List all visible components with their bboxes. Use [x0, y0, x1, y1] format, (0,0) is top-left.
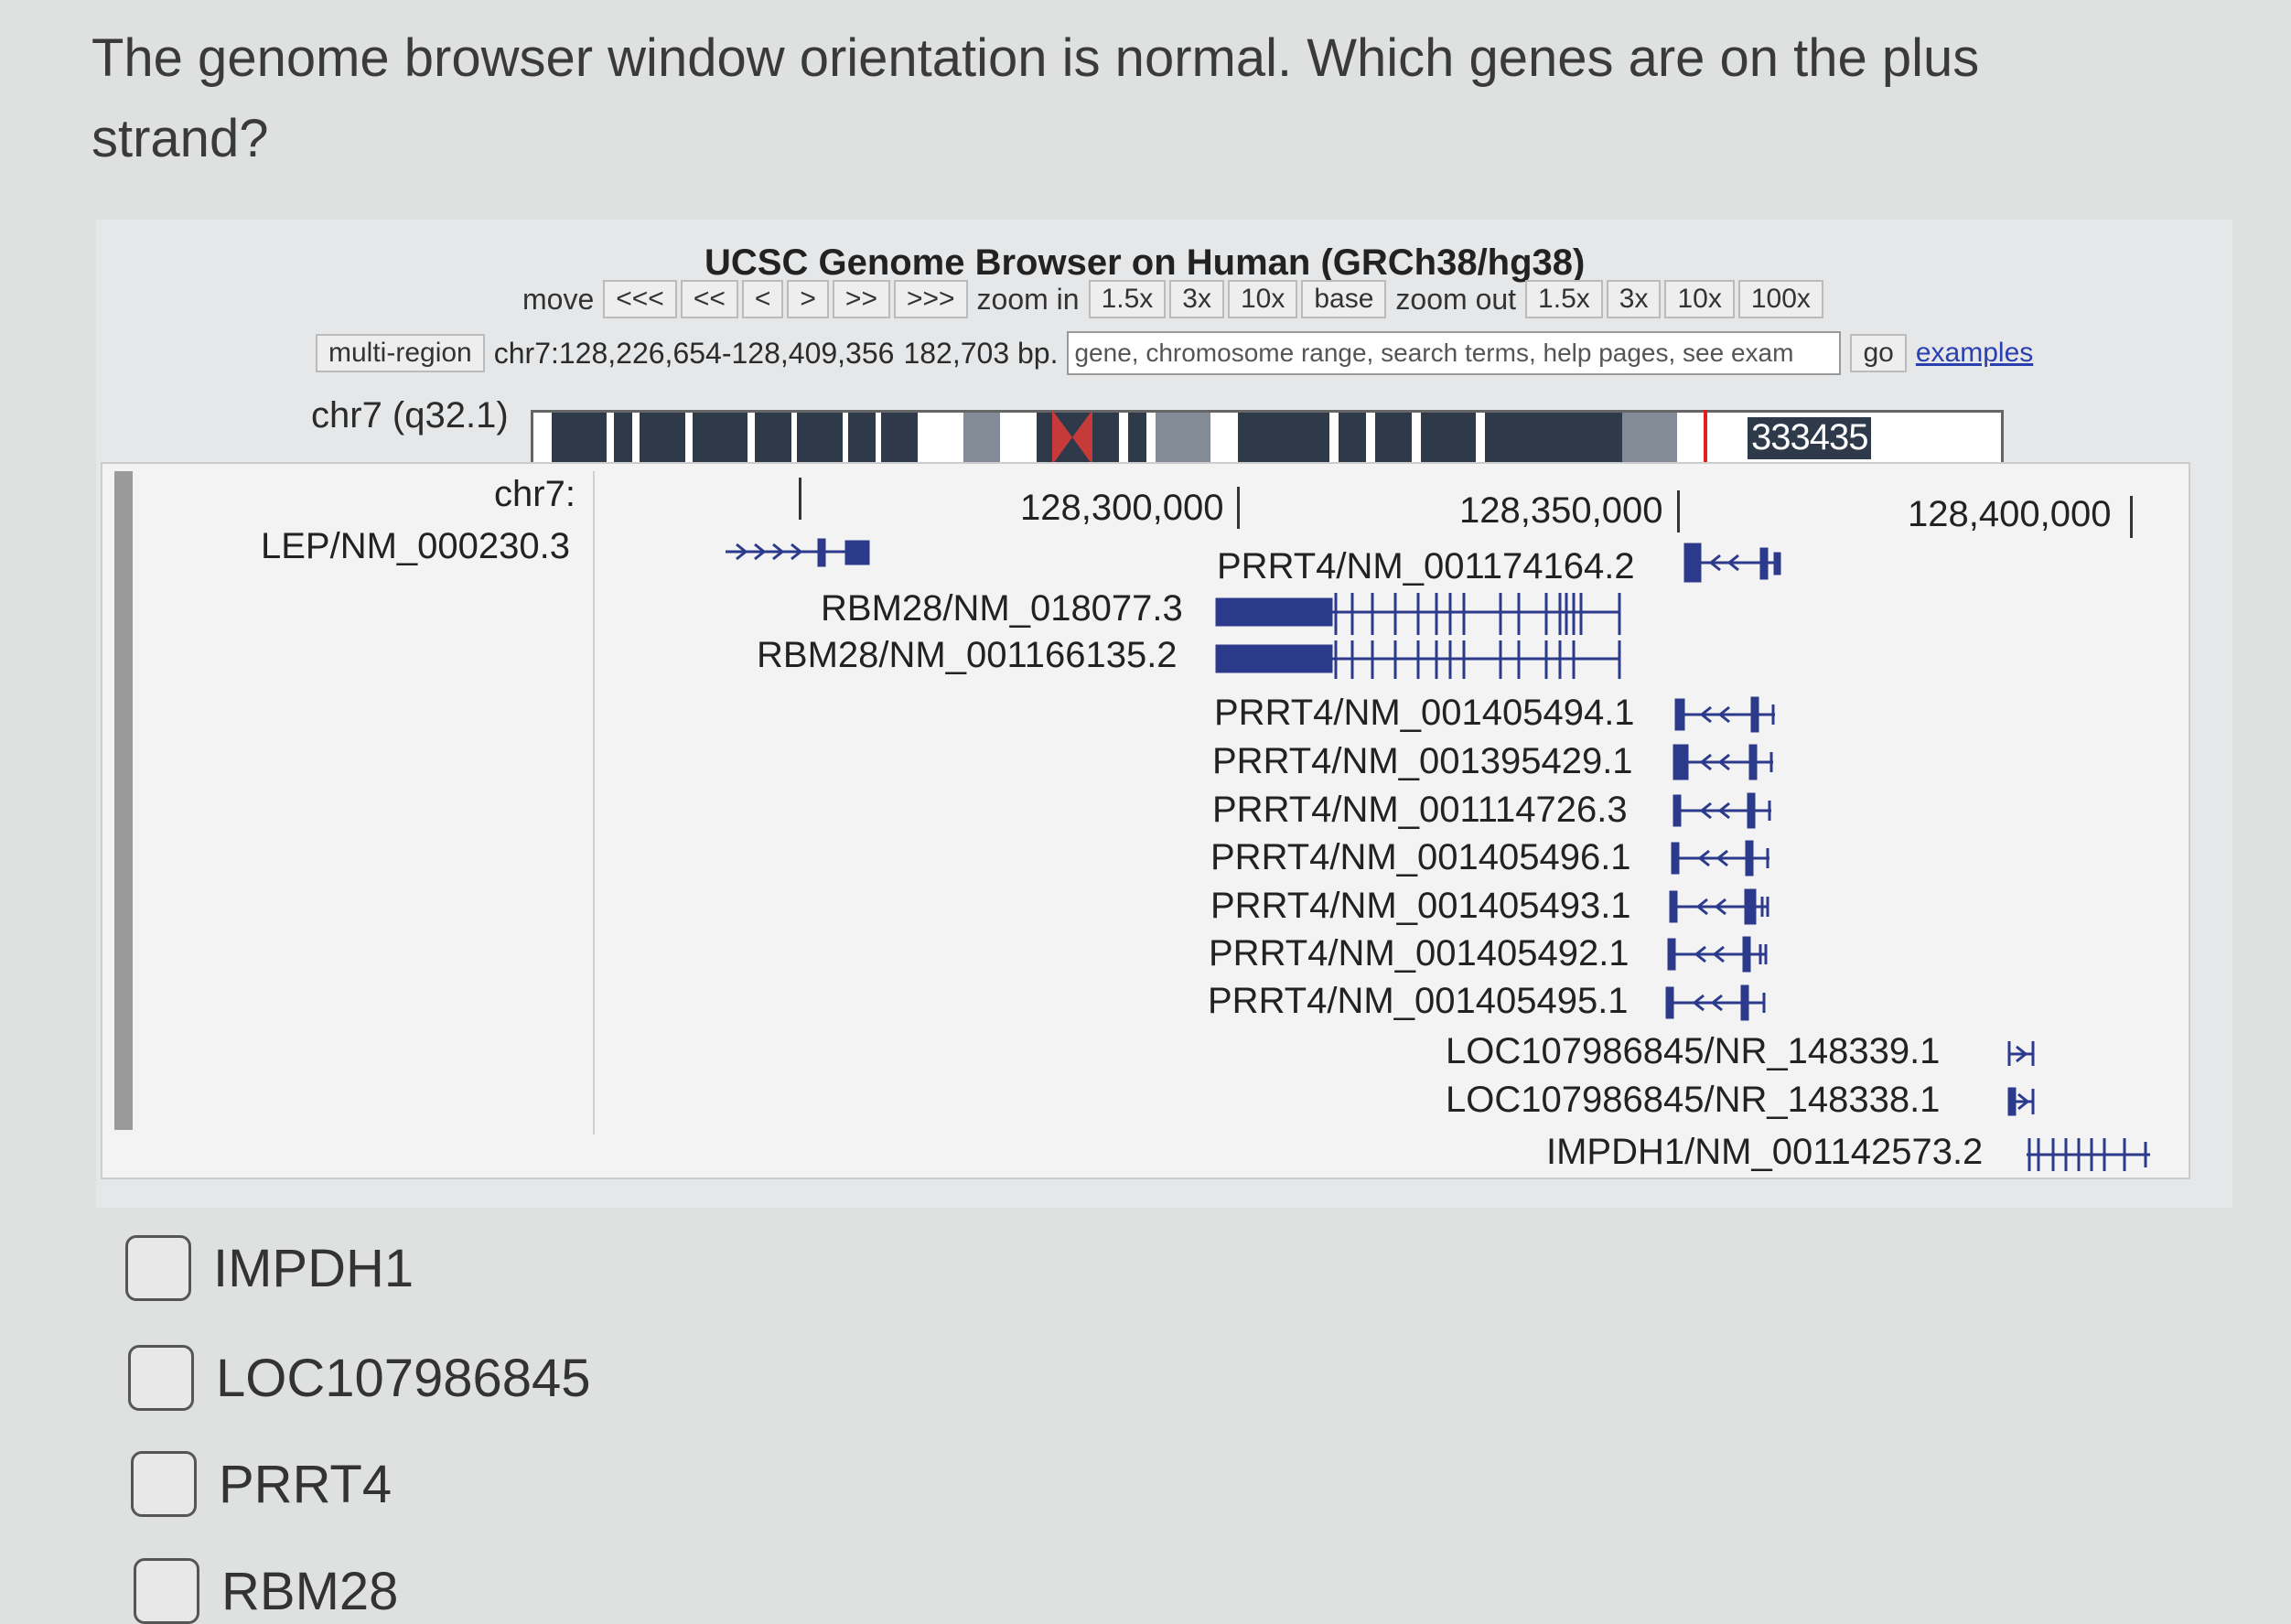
gene-track-loc107986845: [2007, 1087, 2035, 1116]
option-label: RBM28: [221, 1561, 399, 1621]
option-label: LOC107986845: [216, 1348, 591, 1408]
gene-track-prrt4: [1667, 936, 1768, 973]
gene-track-rbm28: [1215, 593, 1621, 635]
gene-track-prrt4: [1674, 696, 1775, 733]
checkbox[interactable]: [134, 1558, 199, 1624]
gene-track-prrt4: [1673, 744, 1773, 780]
gene-track-impdh1: [2027, 1138, 2150, 1171]
checkbox[interactable]: [131, 1451, 197, 1517]
gene-track-lep: [726, 538, 870, 567]
checkbox[interactable]: [125, 1235, 191, 1301]
option-label: PRRT4: [219, 1454, 393, 1514]
gene-track-rbm28: [1215, 640, 1621, 679]
option-impdh1[interactable]: IMPDH1: [125, 1235, 414, 1301]
gene-track-prrt4: [1669, 888, 1769, 925]
option-rbm28[interactable]: RBM28: [134, 1558, 398, 1624]
gene-track-prrt4: [1683, 543, 1781, 583]
option-loc107986845[interactable]: LOC107986845: [128, 1345, 591, 1411]
gene-track-prrt4: [1673, 792, 1771, 829]
gene-track-loc107986845: [2007, 1041, 2035, 1066]
option-prrt4[interactable]: PRRT4: [131, 1451, 392, 1517]
gene-track-prrt4: [1671, 840, 1769, 877]
option-label: IMPDH1: [213, 1238, 414, 1298]
checkbox[interactable]: [128, 1345, 194, 1411]
gene-track-prrt4: [1665, 984, 1766, 1021]
